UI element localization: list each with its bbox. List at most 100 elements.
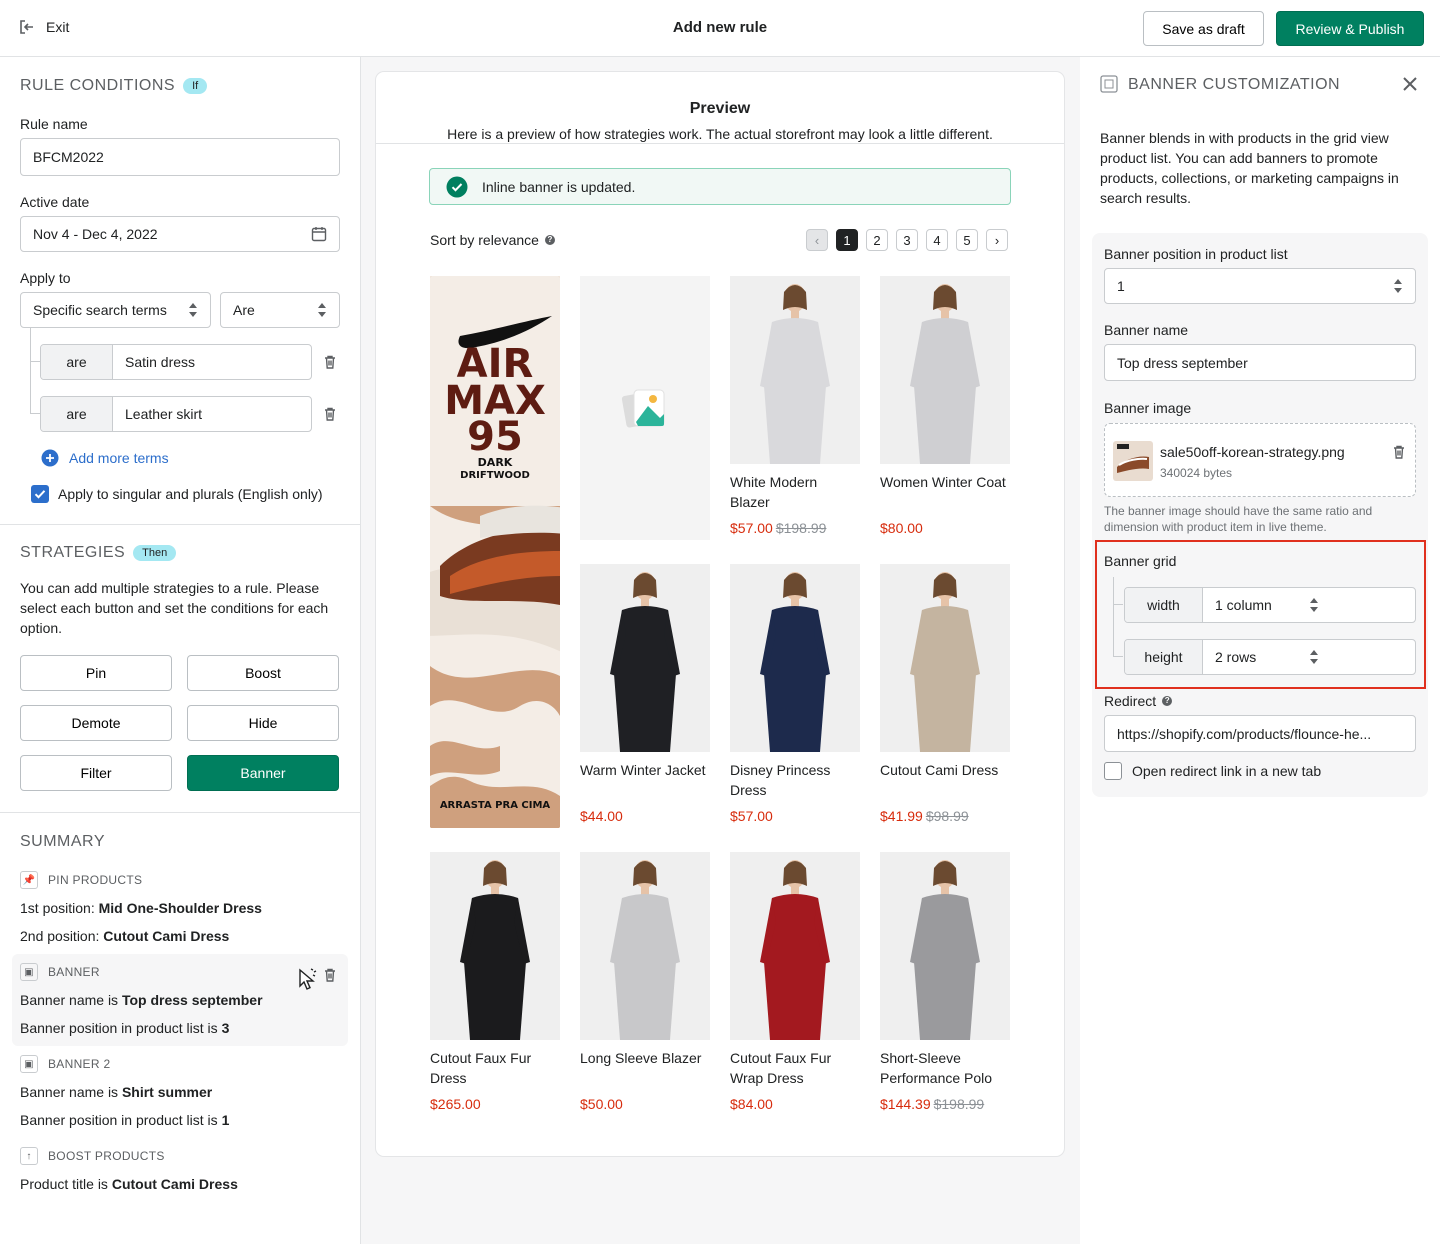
sort-dropdown[interactable]: Sort by relevance ? bbox=[430, 232, 555, 248]
page-2-button[interactable]: 2 bbox=[866, 229, 888, 251]
page-4-button[interactable]: 4 bbox=[926, 229, 948, 251]
product-name[interactable]: Warm Winter Jacket bbox=[580, 760, 710, 800]
calendar-icon[interactable] bbox=[311, 226, 327, 242]
preview-divider bbox=[376, 143, 1064, 144]
product-price: $144.39 $198.99 bbox=[880, 1096, 985, 1112]
product-image[interactable] bbox=[730, 276, 860, 464]
next-page-button[interactable]: › bbox=[986, 229, 1008, 251]
apply-to-select[interactable]: Specific search terms bbox=[20, 292, 211, 328]
apply-to-label: Apply to bbox=[20, 270, 71, 286]
redirect-input[interactable]: https://shopify.com/products/flounce-he.… bbox=[1104, 715, 1416, 752]
product-card[interactable]: Warm Winter Jacket $44.00 bbox=[580, 564, 710, 824]
prev-page-button[interactable]: ‹ bbox=[806, 229, 828, 251]
banner-name-input[interactable]: Top dress september bbox=[1104, 344, 1416, 381]
product-image[interactable] bbox=[880, 276, 1010, 464]
product-name[interactable]: Cutout Faux Fur Wrap Dress bbox=[730, 1048, 860, 1088]
product-name[interactable]: Disney Princess Dress bbox=[730, 760, 860, 800]
checkbox-checked-icon[interactable] bbox=[31, 485, 49, 503]
then-badge: Then bbox=[133, 545, 177, 561]
banner-icon bbox=[1100, 75, 1118, 93]
product-card[interactable]: Disney Princess Dress $57.00 bbox=[730, 564, 860, 824]
product-card[interactable]: Cutout Cami Dress $41.99 $98.99 bbox=[880, 564, 1010, 824]
singular-plural-option[interactable]: Apply to singular and plurals (English o… bbox=[31, 485, 323, 503]
banner-position-select[interactable]: 1 bbox=[1104, 268, 1416, 304]
review-publish-button[interactable]: Review & Publish bbox=[1276, 11, 1424, 46]
product-card[interactable]: Cutout Faux Fur Wrap Dress $84.00 bbox=[730, 852, 860, 1112]
banner-grid-label: Banner grid bbox=[1104, 553, 1177, 569]
search-term-row[interactable]: are Leather skirt bbox=[40, 396, 312, 432]
banner-image-upload[interactable]: sale50off-korean-strategy.png 340024 byt… bbox=[1104, 423, 1416, 497]
page-1-button[interactable]: 1 bbox=[836, 229, 858, 251]
product-card[interactable]: Cutout Faux Fur Dress $265.00 bbox=[430, 852, 560, 1112]
model-silhouette bbox=[880, 852, 1010, 1040]
trash-icon[interactable] bbox=[322, 354, 338, 370]
product-image[interactable] bbox=[880, 852, 1010, 1040]
section-divider bbox=[0, 812, 360, 813]
banner-image-label: Banner image bbox=[1104, 400, 1192, 416]
tree-line bbox=[1113, 577, 1123, 605]
pin-button[interactable]: Pin bbox=[20, 655, 172, 691]
select-arrows-icon bbox=[317, 303, 327, 317]
product-card[interactable]: Long Sleeve Blazer $50.00 bbox=[580, 852, 710, 1112]
add-more-terms-button[interactable]: Add more terms bbox=[41, 449, 169, 467]
boost-button[interactable]: Boost bbox=[187, 655, 339, 691]
demote-button[interactable]: Demote bbox=[20, 705, 172, 741]
banner-icon: ▣ bbox=[20, 963, 38, 981]
operator-select[interactable]: Are bbox=[220, 292, 340, 328]
tree-line bbox=[1113, 605, 1123, 657]
product-name[interactable]: Cutout Faux Fur Dress bbox=[430, 1048, 560, 1088]
new-tab-option[interactable]: Open redirect link in a new tab bbox=[1104, 762, 1321, 780]
product-image[interactable] bbox=[580, 852, 710, 1040]
hide-button[interactable]: Hide bbox=[187, 705, 339, 741]
grid-width-select[interactable]: width 1 column bbox=[1124, 587, 1416, 623]
banner-summary-head: ▣ BANNER bbox=[20, 963, 100, 981]
trash-icon[interactable] bbox=[1391, 444, 1407, 460]
rule-conditions-title: RULE CONDITIONS If bbox=[20, 77, 208, 95]
product-name[interactable]: Women Winter Coat bbox=[880, 472, 1010, 512]
checkbox-unchecked-icon[interactable] bbox=[1104, 762, 1122, 780]
product-card[interactable]: Short-Sleeve Performance Polo $144.39 $198… bbox=[880, 852, 1010, 1112]
product-name[interactable]: Cutout Cami Dress bbox=[880, 760, 1010, 800]
product-compare-price: $198.99 bbox=[933, 1096, 985, 1112]
search-term-row[interactable]: are Satin dress bbox=[40, 344, 312, 380]
grid-height-select[interactable]: height 2 rows bbox=[1124, 639, 1416, 675]
model-silhouette bbox=[880, 276, 1010, 464]
product-card[interactable]: Women Winter Coat $80.00 bbox=[880, 276, 1010, 536]
pin-icon: 📌 bbox=[20, 871, 38, 889]
search-term-input[interactable]: Satin dress bbox=[113, 345, 195, 379]
close-icon[interactable] bbox=[1402, 76, 1418, 92]
summary-line: Product title is Cutout Cami Dress bbox=[20, 1176, 238, 1192]
product-price: $265.00 bbox=[430, 1096, 481, 1112]
save-draft-button[interactable]: Save as draft bbox=[1143, 11, 1264, 46]
image-placeholder-icon bbox=[621, 389, 665, 428]
select-arrows-icon bbox=[188, 303, 198, 317]
search-term-input[interactable]: Leather skirt bbox=[113, 397, 202, 431]
page-3-button[interactable]: 3 bbox=[896, 229, 918, 251]
banner-image-air-max[interactable]: AIR MAX 95 DARK DRIFTWOOD ARRASTA PRA CI… bbox=[430, 276, 560, 828]
filter-button[interactable]: Filter bbox=[20, 755, 172, 791]
active-date-picker[interactable]: Nov 4 - Dec 4, 2022 bbox=[20, 216, 340, 252]
product-name[interactable]: Short-Sleeve Performance Polo bbox=[880, 1048, 1010, 1088]
product-image[interactable] bbox=[430, 852, 560, 1040]
product-card[interactable]: White Modern Blazer $57.00 $198.99 bbox=[730, 276, 860, 536]
rule-name-input[interactable]: BFCM2022 bbox=[20, 138, 340, 176]
summary-line: Banner name is Top dress september bbox=[20, 992, 263, 1008]
product-image[interactable] bbox=[730, 852, 860, 1040]
banner-icon: ▣ bbox=[20, 1055, 38, 1073]
product-name[interactable]: Long Sleeve Blazer bbox=[580, 1048, 710, 1088]
success-banner: Inline banner is updated. bbox=[429, 168, 1011, 205]
banner-text-driftwood: DRIFTWOOD bbox=[460, 470, 530, 481]
trash-icon[interactable] bbox=[322, 406, 338, 422]
product-image[interactable] bbox=[580, 564, 710, 752]
summary-line: 1st position: Mid One-Shoulder Dress bbox=[20, 900, 262, 916]
page-5-button[interactable]: 5 bbox=[956, 229, 978, 251]
product-image[interactable] bbox=[880, 564, 1010, 752]
product-image[interactable] bbox=[730, 564, 860, 752]
edit-cursor-icon[interactable] bbox=[297, 967, 319, 991]
banner2-summary-head: ▣ BANNER 2 bbox=[20, 1055, 110, 1073]
sneaker-banner-graphic: AIR MAX 95 DARK DRIFTWOOD ARRASTA PRA CI… bbox=[430, 276, 560, 828]
trash-icon[interactable] bbox=[322, 967, 338, 983]
model-silhouette bbox=[430, 852, 560, 1040]
product-name[interactable]: White Modern Blazer bbox=[730, 472, 860, 512]
banner-button[interactable]: Banner bbox=[187, 755, 339, 791]
